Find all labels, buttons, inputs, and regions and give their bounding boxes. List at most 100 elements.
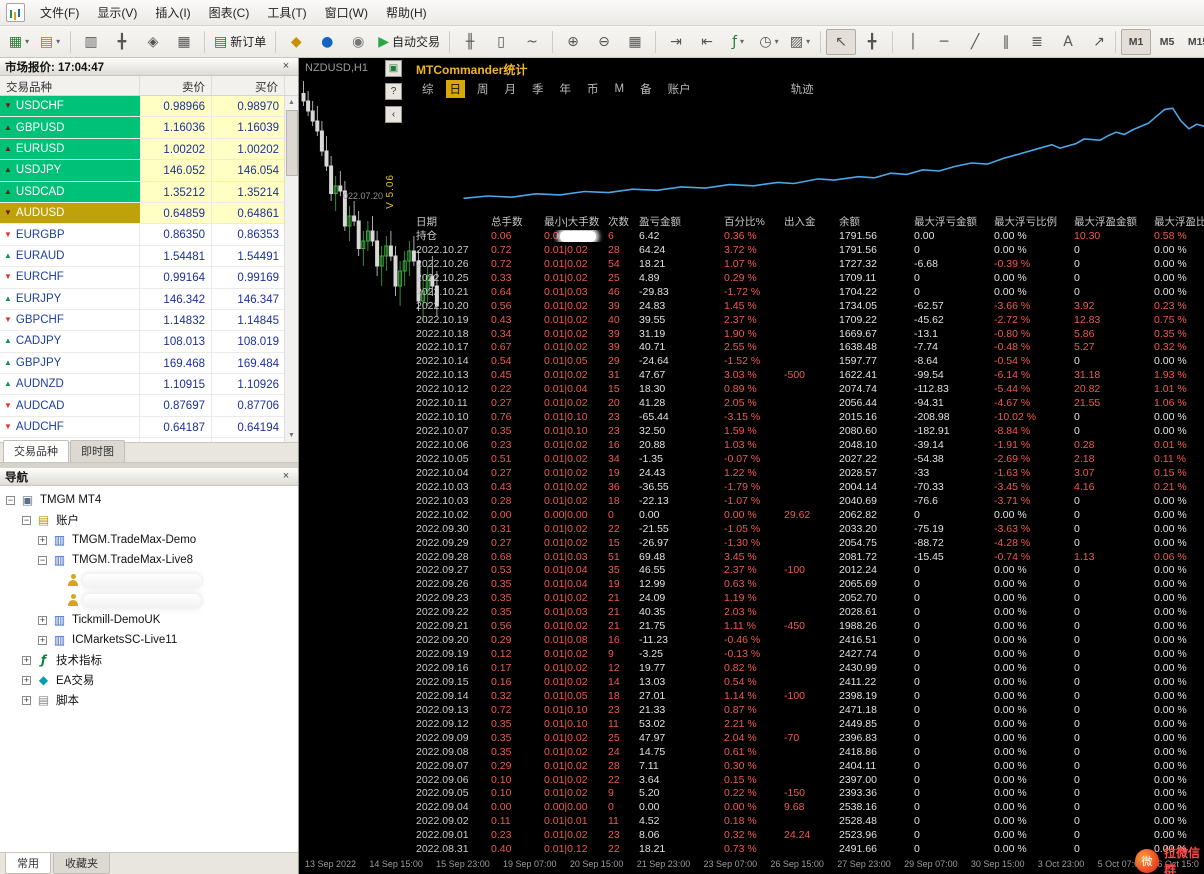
stats-tab-轨迹[interactable]: 轨迹 [787,80,818,98]
navigator-item[interactable]: − ▤ 账户 [0,510,298,530]
market-watch-tab-1[interactable]: 即时图 [70,440,125,462]
chevron-down-icon[interactable]: ▾ [806,37,810,46]
menu-view[interactable]: 显示(V) [88,0,146,25]
navigator-item[interactable]: + ▥ ICMarketsSC-Live11 [0,630,298,650]
market-watch-row[interactable]: ▲ USDCAD 1.35212 1.35214 [0,181,285,203]
new-order-button[interactable]: ▤ 新订单 [210,29,270,55]
market-watch-row[interactable]: ▲ GBPJPY 169.468 169.484 [0,352,285,375]
market-watch-column-2[interactable]: 买价 [212,76,285,95]
market-watch-row[interactable]: ▼ GBPCHF 1.14832 1.14845 [0,309,285,332]
close-icon[interactable]: × [279,60,293,74]
vline-button[interactable]: │ [898,29,928,55]
auto-scroll-button[interactable]: ⇥ [661,29,691,55]
bars-chart-button[interactable]: ╫ [455,29,485,55]
chevron-down-icon[interactable]: ▾ [740,37,744,46]
data-window-button[interactable]: ╋ [107,29,137,55]
market-watch-row[interactable]: ▼ EURCHF 0.99164 0.99169 [0,267,285,289]
market-watch-scrollbar[interactable]: ▲ ▼ [284,96,298,442]
fibonacci-button[interactable]: ≣ [1022,29,1052,55]
market-watch-tab-0[interactable]: 交易品种 [3,440,69,462]
stats-tab-年[interactable]: 年 [556,80,576,98]
expand-icon[interactable]: + [38,535,47,545]
market-watch-row[interactable]: ▼ AUDCAD 0.87697 0.87706 [0,395,285,417]
community-button[interactable]: ● [312,29,342,55]
periods-button[interactable]: ◷ ▾ [754,29,784,55]
market-watch-row[interactable]: ▲ AUDNZD 1.10915 1.10926 [0,374,285,396]
market-watch-row[interactable]: ▼ AUDCHF 0.64187 0.64194 [0,416,285,439]
navigator-account-blurred[interactable] [0,590,298,610]
autotrading-button[interactable]: ▶ 自动交易 [374,29,444,55]
chart-area[interactable]: NZDUSD,H1 ▣ ? ‹ V 5.06 022.07.20 MTComma… [298,58,1204,874]
menu-help[interactable]: 帮助(H) [377,0,436,25]
menu-file[interactable]: 文件(F) [31,0,88,25]
chevron-down-icon[interactable]: ▾ [25,37,29,46]
navigator-account-blurred[interactable] [0,570,298,590]
navigator-toggle-button[interactable]: ◈ [138,29,168,55]
close-icon[interactable]: × [279,470,293,484]
stats-tab-月[interactable]: 月 [501,80,521,98]
market-watch-row[interactable]: ▲ USDJPY 146.052 146.054 [0,160,285,182]
candles-chart-button[interactable]: ▯ [486,29,516,55]
stats-tab-账户[interactable]: 账户 [664,80,695,98]
market-watch-row[interactable]: ▲ CADJPY 108.013 108.019 [0,331,285,353]
navigator-item[interactable]: − ▣ TMGM MT4 [0,490,298,510]
trendline-button[interactable]: ╱ [960,29,990,55]
navigator-item[interactable]: + ▥ TMGM.TradeMax-Demo [0,530,298,550]
scroll-down-icon[interactable]: ▼ [285,429,298,442]
market-watch-row[interactable]: ▼ EURGBP 0.86350 0.86353 [0,224,285,246]
stats-tab-日[interactable]: 日 [445,80,465,98]
help-search-button[interactable]: ◉ [343,29,373,55]
collapse-icon[interactable]: − [6,495,15,505]
chart-shift-button[interactable]: ⇤ [692,29,722,55]
stats-tab-M[interactable]: M [611,82,629,96]
wechat-badge[interactable]: 微 拉微信群 [1135,844,1204,874]
timeframe-m15-button[interactable]: M15 [1183,29,1204,55]
channel-button[interactable]: ∥ [991,29,1021,55]
scroll-up-icon[interactable]: ▲ [285,96,298,109]
wechat-badge-label[interactable]: 拉微信群 [1164,844,1204,874]
terminal-toggle-button[interactable]: ▦ [169,29,199,55]
expand-icon[interactable]: + [22,695,31,705]
navigator-item[interactable]: + ƒ 技术指标 [0,650,298,670]
indicators-button[interactable]: ƒ ▾ [723,29,753,55]
collapse-icon[interactable]: − [22,515,31,525]
collapse-icon[interactable]: − [38,555,47,565]
timeframe-m1-button[interactable]: M1 [1121,28,1152,55]
chevron-down-icon[interactable]: ▾ [56,37,60,46]
market-watch-column-1[interactable]: 卖价 [140,76,212,95]
text-label-button[interactable]: A [1053,29,1083,55]
market-watch-row[interactable]: ▲ EURJPY 146.342 146.347 [0,288,285,310]
arrows-button[interactable]: ↗ [1084,29,1114,55]
expand-icon[interactable]: + [38,635,47,645]
timeframe-m5-button[interactable]: M5 [1152,29,1182,55]
templates-button[interactable]: ▨ ▾ [785,29,815,55]
scrollbar-thumb[interactable] [286,110,298,176]
market-watch-toggle-button[interactable]: ▥ [76,29,106,55]
line-chart-button[interactable]: ~ [517,29,547,55]
expand-icon[interactable]: + [22,675,31,685]
profiles-button[interactable]: ▤ ▾ [35,29,65,55]
stats-tab-币[interactable]: 币 [583,80,603,98]
stats-tab-综[interactable]: 综 [418,80,438,98]
market-watch-row[interactable]: ▲ EURAUD 1.54481 1.54491 [0,245,285,268]
stats-tab-周[interactable]: 周 [473,80,493,98]
menu-charts[interactable]: 图表(C) [200,0,259,25]
cursor-button[interactable]: ↖ [826,28,857,55]
menu-tools[interactable]: 工具(T) [258,0,315,25]
navigator-item[interactable]: + ▥ Tickmill-DemoUK [0,610,298,630]
style-bucket-button[interactable]: ◆ [281,29,311,55]
navigator-bottom-tab-1[interactable]: 收藏夹 [53,853,110,874]
navigator-bottom-tab-0[interactable]: 常用 [5,853,51,874]
stats-tab-季[interactable]: 季 [528,80,548,98]
zoom-out-button[interactable]: ⊖ [589,29,619,55]
navigator-item[interactable]: − ▥ TMGM.TradeMax-Live8 [0,550,298,570]
market-watch-row[interactable]: ▼ AUDUSD 0.64859 0.64861 [0,202,285,225]
panel-logo-button[interactable]: ▣ [385,60,402,77]
market-watch-column-0[interactable]: 交易品种 [0,76,140,95]
hline-button[interactable]: ─ [929,29,959,55]
zoom-in-button[interactable]: ⊕ [558,29,588,55]
chevron-down-icon[interactable]: ▾ [775,37,779,46]
tile-windows-button[interactable]: ▦ [620,29,650,55]
menu-insert[interactable]: 插入(I) [146,0,199,25]
expand-icon[interactable]: + [22,655,31,665]
